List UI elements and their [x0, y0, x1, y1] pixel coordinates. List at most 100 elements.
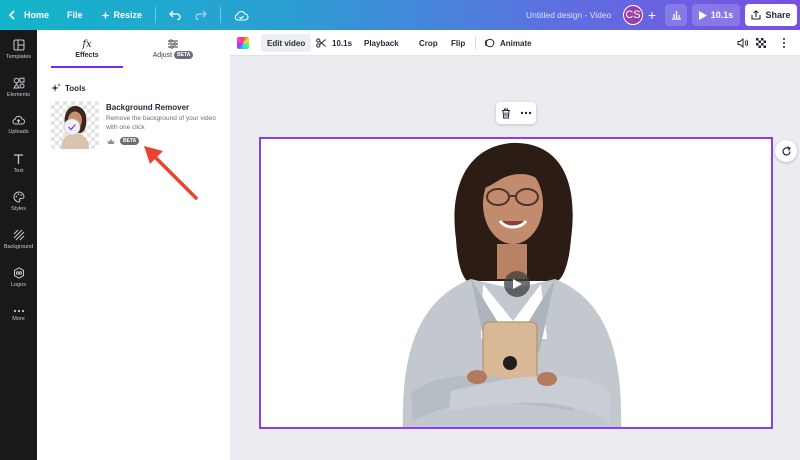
sidebar-item-label: Logos [11, 281, 26, 288]
playback-label: Playback [364, 38, 399, 48]
tab-adjust[interactable]: Adjust BETA [137, 30, 209, 68]
animate-button[interactable]: Animate [484, 34, 532, 52]
sidebar-item-text[interactable]: Text [0, 144, 37, 182]
document-title[interactable]: Untitled design - Video [526, 0, 611, 30]
sidebar-item-styles[interactable]: Styles [0, 182, 37, 220]
undo-icon [169, 10, 181, 20]
flip-label: Flip [451, 38, 466, 48]
background-remover-thumbnail[interactable] [51, 101, 99, 149]
volume-icon [737, 38, 749, 48]
flip-button[interactable]: Flip [451, 34, 465, 52]
tool-meta: BETA [107, 137, 140, 145]
tools-heading: Tools [51, 83, 86, 93]
divider [475, 37, 476, 49]
divider [220, 7, 222, 23]
animate-icon [484, 38, 495, 48]
resize-label: Resize [113, 10, 143, 20]
tab-effects[interactable]: fx Effects [51, 30, 123, 68]
share-icon [751, 10, 762, 20]
active-tab-indicator [51, 66, 123, 68]
color-swatch-icon [237, 37, 249, 49]
share-label: Share [765, 10, 791, 20]
sidebar-item-label: More [12, 315, 25, 322]
video-play-button[interactable] [504, 271, 530, 297]
rotate-button[interactable] [775, 140, 797, 162]
edit-video-label: Edit video [267, 38, 306, 48]
crown-icon [107, 138, 115, 144]
more-icon [13, 309, 24, 312]
resize-button[interactable]: Resize [94, 0, 150, 30]
file-label: File [67, 10, 83, 20]
sidebar-item-label: Uploads [8, 129, 29, 135]
sidebar-item-label: Templates [5, 53, 32, 60]
play-preview-button[interactable]: 10.1s [692, 4, 740, 26]
insights-button[interactable] [665, 4, 687, 26]
file-menu[interactable]: File [60, 0, 90, 30]
more-options-button[interactable] [782, 34, 786, 52]
design-page[interactable] [259, 137, 773, 429]
sliders-icon [168, 39, 178, 49]
home-button[interactable]: Home [0, 0, 56, 30]
sidebar-item-label: Styles [11, 205, 26, 212]
crop-label: Crop [419, 38, 438, 48]
uploads-icon [12, 115, 25, 125]
tool-description: Remove the background of your video with… [106, 115, 216, 131]
sidebar-rail: Templates Elements Uploads Text Styles B… [0, 30, 37, 460]
beta-badge: BETA [120, 137, 140, 145]
cloud-save-status[interactable] [227, 0, 256, 30]
sidebar-item-background[interactable]: Background [0, 220, 37, 258]
sidebar-item-uploads[interactable]: Uploads [0, 106, 37, 144]
transparency-icon [756, 38, 766, 48]
play-icon [698, 10, 707, 20]
top-bar: Home File Resize Untitled design - Video… [0, 0, 800, 30]
tools-heading-label: Tools [65, 83, 86, 93]
sidebar-item-templates[interactable]: Templates [0, 30, 37, 68]
transparency-button[interactable] [756, 34, 766, 52]
more-horizontal-icon[interactable] [520, 111, 532, 115]
templates-icon [13, 39, 24, 50]
tab-label: Effects [75, 52, 99, 59]
trim-button[interactable]: 10.1s [316, 34, 352, 52]
redo-icon [195, 10, 207, 20]
duration-label: 10.1s [710, 10, 734, 20]
undo-button[interactable] [162, 0, 188, 30]
chevron-left-icon [8, 10, 15, 20]
scissors-icon [316, 38, 326, 48]
play-icon [512, 279, 522, 289]
add-collaborator-button[interactable]: + [644, 6, 660, 24]
trim-duration-label: 10.1s [332, 38, 353, 48]
sidebar-item-logos[interactable]: Logos [0, 258, 37, 296]
color-picker-button[interactable] [237, 34, 249, 52]
share-button[interactable]: Share [745, 4, 797, 26]
divider [155, 7, 157, 23]
styles-icon [13, 190, 25, 203]
bar-chart-icon [671, 11, 681, 20]
volume-button[interactable] [737, 34, 749, 52]
sidebar-item-label: Text [13, 167, 24, 174]
floating-element-toolbar [496, 102, 536, 124]
text-icon [14, 153, 23, 164]
sidebar-item-more[interactable]: More [0, 296, 37, 334]
tab-label: Adjust [152, 51, 173, 59]
beta-badge: BETA [174, 51, 194, 59]
edit-video-button[interactable]: Edit video [261, 34, 312, 52]
sidebar-item-elements[interactable]: Elements [0, 68, 37, 106]
playback-button[interactable]: Playback [364, 34, 399, 52]
tool-title[interactable]: Background Remover [106, 103, 189, 112]
redo-button[interactable] [188, 0, 214, 30]
avatar[interactable]: CS [623, 5, 643, 25]
context-toolbar: Edit video 10.1s Playback Crop Flip Anim… [230, 30, 800, 56]
home-label: Home [24, 10, 50, 20]
tab-label-row: Adjust BETA [153, 51, 194, 59]
crop-button[interactable]: Crop [419, 34, 438, 52]
fx-icon: fx [82, 39, 92, 50]
person-thumbnail-image [61, 106, 89, 149]
sparkle-icon [100, 10, 110, 20]
background-icon [13, 229, 24, 240]
logos-icon [13, 266, 24, 279]
animate-label: Animate [500, 38, 532, 48]
trash-icon[interactable] [501, 108, 511, 119]
sidebar-item-label: Background [3, 243, 34, 250]
cloud-check-icon [234, 10, 249, 21]
sidebar-item-label: Elements [7, 91, 30, 98]
